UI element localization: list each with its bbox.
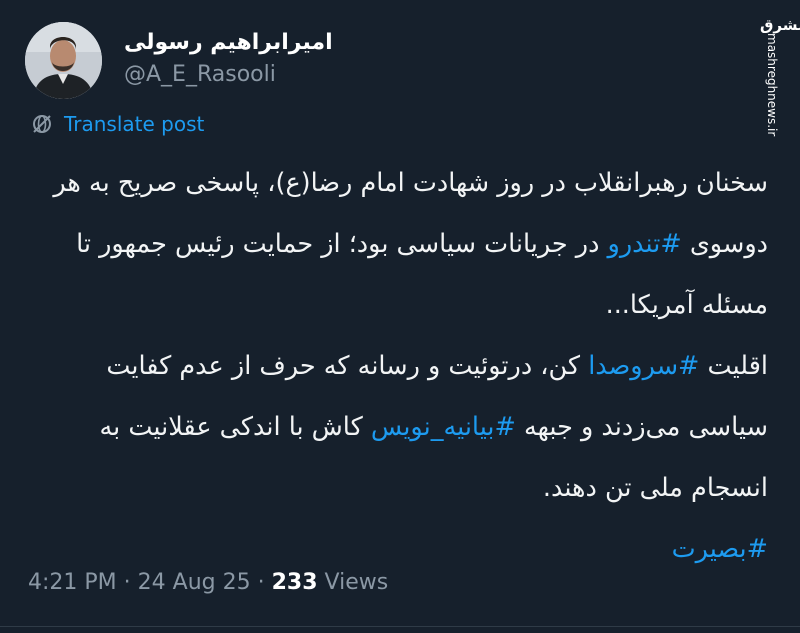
author-username[interactable]: @A_E_Rasooli: [124, 60, 333, 90]
tweet-date[interactable]: 24 Aug 25: [138, 570, 251, 595]
translate-post-button[interactable]: Translate post: [30, 112, 204, 136]
author-block[interactable]: امیرابراهیم رسولی @A_E_Rasooli: [124, 28, 333, 90]
hashtag-link[interactable]: #بصیرت: [672, 534, 768, 564]
tweet-paragraph-1: سخنان رهبرانقلاب در روز شهادت امام رضا(ع…: [28, 153, 768, 336]
avatar[interactable]: [25, 22, 102, 99]
watermark-site: mashreghnews.ir: [765, 33, 779, 137]
tweet-text-segment: اقلیت: [699, 351, 768, 381]
watermark-logo: مشرق: [760, 16, 800, 34]
tweet-paragraph-2: اقلیت #سروصدا کن، درتوئیت و رسانه که حرف…: [28, 336, 769, 519]
tweet-meta: 4:21 PM · 24 Aug 25 · 233 Views: [28, 570, 388, 595]
views-label: Views: [324, 570, 389, 595]
meta-separator: ·: [257, 570, 265, 595]
hashtag-link[interactable]: #تندرو: [608, 229, 682, 259]
views-count: 233: [271, 570, 318, 595]
author-display-name[interactable]: امیرابراهیم رسولی: [124, 28, 333, 58]
tweet-text: سخنان رهبرانقلاب در روز شهادت امام رضا(ع…: [28, 153, 768, 580]
watermark: مشرق mashreghnews.ir: [758, 16, 800, 136]
divider: [0, 626, 800, 627]
hashtag-link[interactable]: #سروصدا: [588, 351, 699, 381]
globe-strike-icon: [33, 115, 51, 133]
translate-post-label[interactable]: Translate post: [64, 112, 204, 136]
avatar-image: [25, 22, 102, 99]
hashtag-link[interactable]: #بیانیه_نویس: [371, 412, 516, 442]
meta-separator: ·: [123, 570, 131, 595]
tweet-time[interactable]: 4:21 PM: [28, 570, 117, 595]
